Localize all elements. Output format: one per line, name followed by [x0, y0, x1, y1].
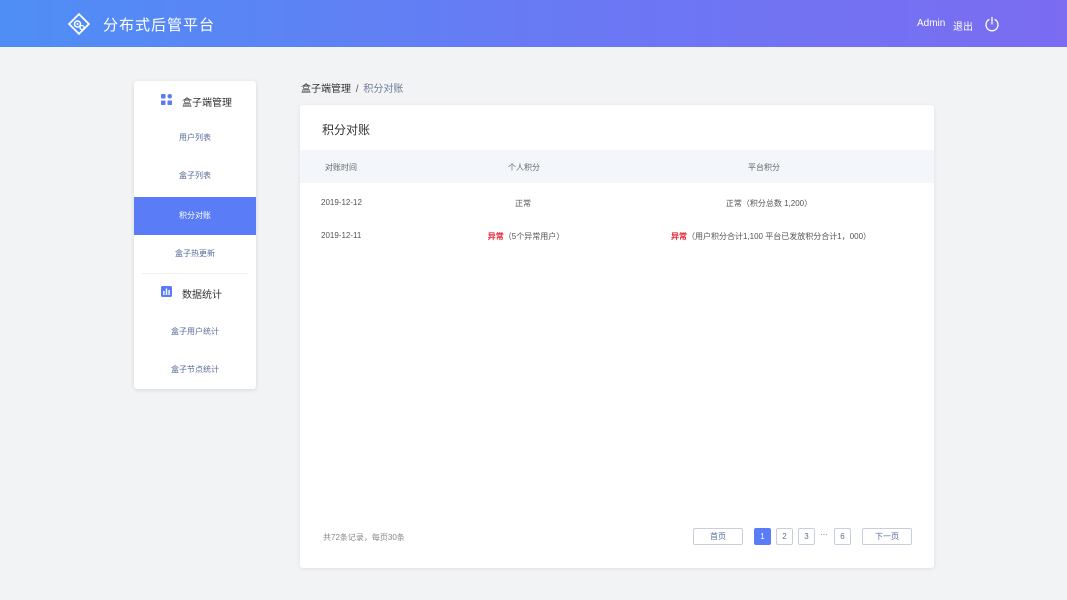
platform-status: 异常	[670, 232, 687, 241]
sidebar-group-label: 数据统计	[182, 290, 222, 301]
pagination-total: 共72条记录，每页30条	[323, 533, 405, 542]
sidebar-group-box-management[interactable]: 盒子端管理	[134, 81, 256, 119]
breadcrumb-current: 积分对账	[363, 84, 404, 95]
column-header-date: 对账时间	[325, 163, 357, 172]
cell-platform-points: 异常（用户积分合计1,100 平台已发放积分合计1，000）	[671, 231, 871, 242]
sidebar-group-label: 盒子端管理	[182, 98, 232, 109]
column-header-platform-points: 平台积分	[748, 163, 780, 172]
panel-title: 积分对账	[322, 123, 371, 137]
app-title: 分布式后管平台	[103, 17, 216, 34]
grid-icon	[161, 94, 172, 105]
page-button-3[interactable]: 3	[798, 528, 815, 545]
sidebar-group-statistics[interactable]: 数据统计	[134, 273, 256, 311]
power-icon[interactable]	[984, 16, 1000, 32]
top-header: 分布式后管平台 Admin 退出	[0, 0, 1067, 47]
personal-status: 异常	[487, 232, 504, 241]
cell-personal-points: 异常（5个异常用户）	[488, 231, 564, 242]
breadcrumb-separator: /	[355, 84, 359, 95]
page-button-1[interactable]: 1	[754, 528, 771, 545]
sidebar-item-box-hot-update[interactable]: 盒子热更新	[134, 235, 256, 273]
next-page-button[interactable]: 下一页	[862, 528, 912, 545]
breadcrumb: 盒子端管理 / 积分对账	[301, 80, 403, 95]
sidebar-item-box-list[interactable]: 盒子列表	[134, 157, 256, 195]
first-page-button[interactable]: 首页	[693, 528, 743, 545]
table-row: 2019-12-12 正常 正常（积分总数 1,200）	[300, 186, 934, 219]
user-name: Admin	[917, 18, 946, 29]
personal-status: 正常	[515, 199, 531, 208]
cell-date: 2019-12-12	[321, 198, 362, 207]
main-panel: 积分对账 对账时间 个人积分 平台积分 2019-12-12 正常 正常（积分总…	[300, 105, 934, 568]
page-button-6[interactable]: 6	[834, 528, 851, 545]
logo-icon	[67, 12, 91, 36]
cell-platform-points: 正常（积分总数 1,200）	[726, 198, 812, 209]
platform-status: 正常	[725, 199, 742, 208]
platform-detail: （用户积分合计1,100 平台已发放积分合计1，000）	[686, 232, 872, 241]
column-header-personal-points: 个人积分	[508, 163, 540, 172]
sidebar-item-box-node-stats[interactable]: 盒子节点统计	[134, 351, 256, 389]
sidebar-item-points-reconciliation[interactable]: 积分对账	[134, 197, 256, 235]
sidebar-item-user-list[interactable]: 用户列表	[134, 119, 256, 157]
breadcrumb-parent[interactable]: 盒子端管理	[301, 84, 351, 95]
table-row: 2019-12-11 异常（5个异常用户） 异常（用户积分合计1,100 平台已…	[300, 219, 934, 252]
bar-chart-icon	[161, 286, 172, 297]
page-button-2[interactable]: 2	[776, 528, 793, 545]
cell-personal-points: 正常	[515, 198, 531, 209]
platform-detail: （积分总数 1,200）	[741, 199, 813, 208]
sidebar: 盒子端管理 用户列表 盒子列表 积分对账 盒子热更新 数据统计 盒子用户统计 盒…	[134, 81, 256, 389]
logout-link[interactable]: 退出	[953, 18, 973, 33]
table-header: 对账时间 个人积分 平台积分	[300, 150, 934, 183]
sidebar-item-box-user-stats[interactable]: 盒子用户统计	[134, 313, 256, 351]
personal-detail: （5个异常用户）	[503, 232, 565, 241]
pagination-ellipsis: ···	[820, 530, 828, 539]
cell-date: 2019-12-11	[321, 231, 362, 240]
